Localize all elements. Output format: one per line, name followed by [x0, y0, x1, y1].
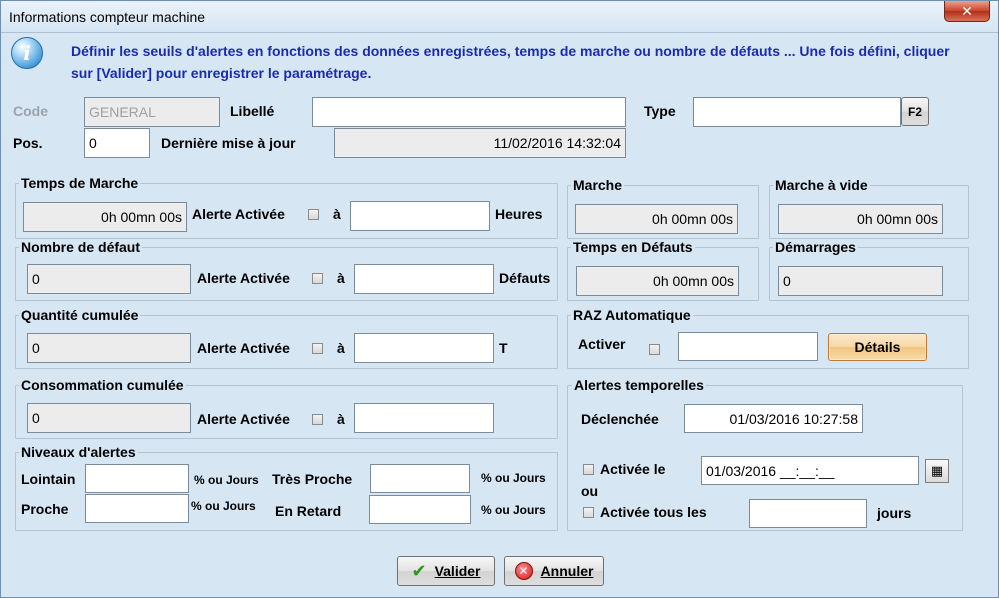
temps-defauts-value: 0h 00mn 00s — [576, 266, 739, 296]
pos-field[interactable]: 0 — [84, 128, 150, 158]
lointain-field[interactable] — [85, 464, 189, 493]
temps-marche-unit: Heures — [495, 206, 543, 222]
proche-unit: % ou Jours — [191, 499, 256, 513]
demarrages-title: Démarrages — [773, 239, 858, 255]
conso-seuil-field[interactable] — [354, 403, 494, 433]
defaut-unit: Défauts — [499, 270, 551, 286]
quantite-value: 0 — [27, 333, 191, 363]
defaut-a-label: à — [337, 270, 345, 286]
defaut-alerte-label: Alerte Activée — [197, 270, 290, 286]
quantite-unit: T — [499, 340, 508, 356]
marche-vide-title: Marche à vide — [773, 177, 870, 193]
type-label: Type — [644, 103, 676, 119]
temps-marche-alerte-checkbox[interactable] — [308, 209, 319, 220]
f2-button[interactable]: F2 — [901, 97, 929, 126]
marche-value: 0h 00mn 00s — [575, 204, 738, 234]
tres-proche-label: Très Proche — [272, 471, 353, 487]
declenchee-field[interactable]: 01/03/2016 10:27:58 — [684, 404, 863, 433]
close-button[interactable]: ✕ — [944, 1, 990, 22]
maj-label: Dernière mise à jour — [161, 135, 296, 151]
temps-marche-seuil-field[interactable] — [350, 201, 490, 231]
proche-field[interactable] — [85, 494, 189, 523]
temps-marche-alerte-label: Alerte Activée — [192, 206, 285, 222]
activee-le-label: Activée le — [600, 461, 666, 477]
conso-alerte-checkbox[interactable] — [312, 414, 323, 425]
title-bar[interactable]: Informations compteur machine ✕ — [1, 1, 998, 33]
calendar-icon[interactable]: ▦ — [925, 459, 949, 483]
raz-field[interactable] — [678, 332, 818, 361]
conso-title: Consommation cumulée — [19, 377, 186, 393]
ou-label: ou — [581, 483, 599, 499]
jours-label: jours — [877, 505, 912, 521]
dialog-window: Informations compteur machine ✕ i Défini… — [0, 0, 999, 598]
defaut-seuil-field[interactable] — [354, 264, 494, 294]
quantite-title: Quantité cumulée — [19, 307, 141, 323]
quantite-alerte-label: Alerte Activée — [197, 340, 290, 356]
type-field[interactable] — [693, 97, 901, 127]
marche-title: Marche — [571, 177, 625, 193]
code-label: Code — [13, 103, 48, 119]
maj-field: 11/02/2016 14:32:04 — [334, 128, 626, 158]
raz-activer-checkbox[interactable] — [649, 344, 660, 355]
annuler-button[interactable]: ✕ Annuler — [504, 556, 604, 586]
activee-le-checkbox[interactable] — [583, 464, 594, 475]
lointain-label: Lointain — [21, 471, 76, 487]
en-retard-field[interactable] — [369, 495, 471, 524]
info-message: Définir les seuils d'alertes en fonction… — [71, 43, 950, 81]
annuler-label: Annuler — [540, 563, 594, 579]
temps-marche-value: 0h 00mn 00s — [23, 202, 187, 232]
code-field[interactable]: GENERAL — [84, 97, 220, 127]
temps-marche-title: Temps de Marche — [19, 175, 141, 191]
demarrages-value: 0 — [778, 266, 943, 296]
close-icon: ✕ — [961, 2, 973, 19]
proche-label: Proche — [21, 501, 69, 517]
temps-defauts-title: Temps en Défauts — [571, 239, 695, 255]
activee-tous-checkbox[interactable] — [583, 507, 594, 518]
temps-marche-a-label: à — [333, 206, 341, 222]
conso-alerte-label: Alerte Activée — [197, 411, 290, 427]
window-title: Informations compteur machine — [9, 9, 206, 25]
quantite-a-label: à — [337, 340, 345, 356]
marche-vide-value: 0h 00mn 00s — [778, 204, 943, 234]
quantite-seuil-field[interactable] — [354, 333, 494, 363]
niveaux-title: Niveaux d'alertes — [19, 444, 138, 460]
tres-proche-field[interactable] — [370, 464, 470, 493]
valider-label: Valider — [434, 563, 481, 579]
cancel-icon: ✕ — [514, 562, 533, 580]
en-retard-unit: % ou Jours — [481, 503, 546, 517]
raz-activer-label: Activer — [578, 336, 626, 352]
conso-value: 0 — [27, 403, 191, 433]
alertes-temp-title: Alertes temporelles — [572, 377, 706, 393]
pos-label: Pos. — [13, 135, 43, 151]
raz-title: RAZ Automatique — [571, 307, 693, 323]
en-retard-label: En Retard — [275, 503, 342, 519]
quantite-alerte-checkbox[interactable] — [312, 343, 323, 354]
lointain-unit: % ou Jours — [194, 473, 259, 487]
activee-tous-label: Activée tous les — [600, 504, 707, 520]
jours-field[interactable] — [749, 499, 867, 528]
tres-proche-unit: % ou Jours — [481, 471, 546, 485]
libelle-field[interactable] — [312, 97, 626, 127]
valider-button[interactable]: ✔ Valider — [397, 556, 495, 586]
check-icon: ✔ — [411, 560, 427, 581]
defaut-title: Nombre de défaut — [19, 239, 143, 255]
defaut-value: 0 — [27, 264, 191, 294]
details-button[interactable]: Détails — [828, 333, 927, 361]
info-icon: i — [11, 37, 43, 69]
declenchee-label: Déclenchée — [581, 411, 659, 427]
libelle-label: Libellé — [230, 103, 275, 119]
defaut-alerte-checkbox[interactable] — [312, 273, 323, 284]
activee-le-field[interactable]: 01/03/2016 __:__:__ — [701, 456, 919, 485]
conso-a-label: à — [337, 411, 345, 427]
